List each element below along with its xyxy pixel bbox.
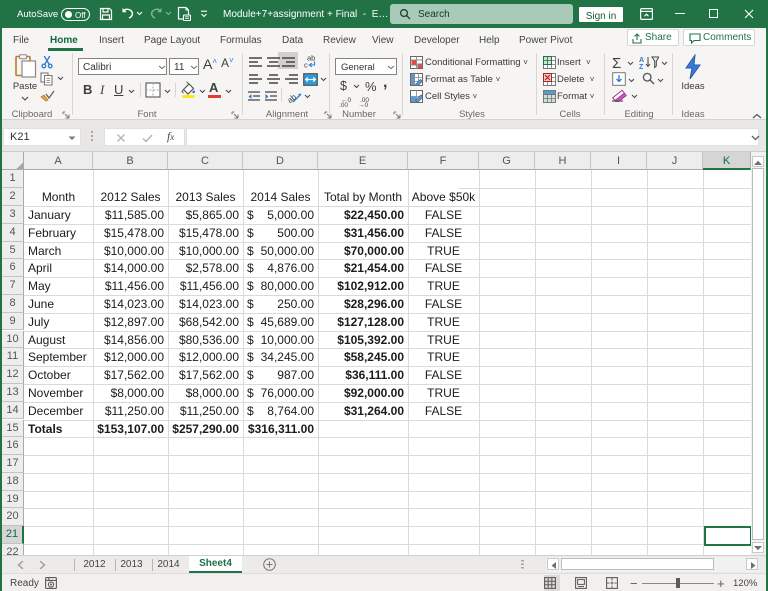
svg-text:A: A — [639, 57, 644, 64]
svg-text:ab: ab — [307, 54, 315, 63]
svg-text:Z: Z — [639, 64, 644, 69]
svg-text:c: c — [304, 61, 308, 70]
svg-text:.00: .00 — [339, 102, 348, 107]
svg-text:→0: →0 — [358, 102, 369, 107]
